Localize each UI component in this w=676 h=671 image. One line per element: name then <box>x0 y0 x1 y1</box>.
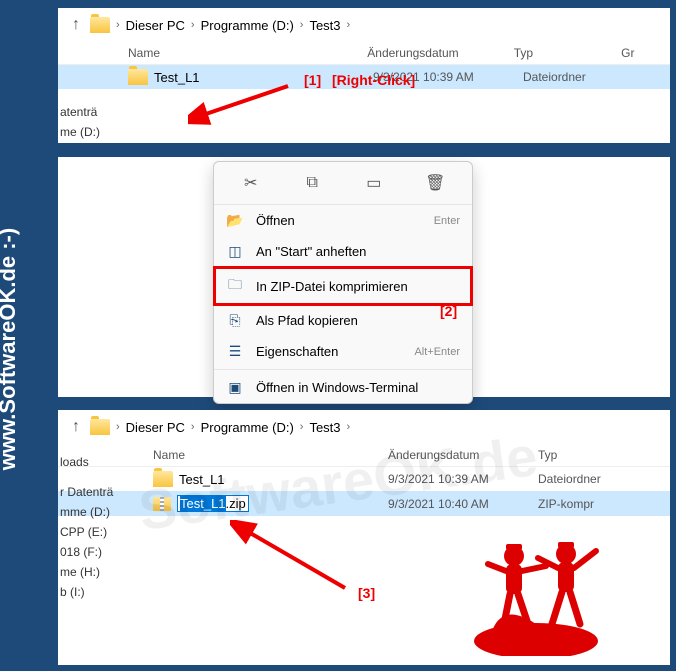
annotation-1-text: [Right-Click] <box>332 72 415 88</box>
tree-item[interactable]: 018 (F:) <box>58 542 130 562</box>
context-menu-open[interactable]: 📂 Öffnen Enter <box>214 205 472 236</box>
explorer-panel-2: ✂ ⧉ ▭ 🗑 📂 Öffnen Enter ◫ An "Start" anhe… <box>58 157 670 397</box>
rename-input[interactable]: Test_L1.zip <box>177 495 249 512</box>
col-type[interactable]: Typ <box>538 448 648 462</box>
file-row-renaming[interactable]: Test_L1.zip 9/3/2021 10:40 AM ZIP-kompr <box>58 491 670 516</box>
cm-shortcut: Alt+Enter <box>414 346 460 358</box>
chevron-right-icon: › <box>347 421 351 433</box>
col-date[interactable]: Änderungsdatum <box>388 448 538 462</box>
context-menu-zip[interactable]: 🗀 In ZIP-Datei komprimieren <box>214 267 472 305</box>
nav-tree[interactable]: loads r Datenträ mme (D:) CPP (E:) 018 (… <box>58 448 130 602</box>
columns-header: Name Änderungsdatum Typ Gr <box>58 42 670 65</box>
tree-item[interactable]: me (H:) <box>58 562 130 582</box>
col-name[interactable]: Name <box>153 448 388 462</box>
file-name: Test_L1 <box>179 472 225 487</box>
context-menu-top-actions: ✂ ⧉ ▭ 🗑 <box>214 162 472 205</box>
folder-icon <box>153 471 173 487</box>
nav-tree[interactable]: atenträ me (D:) <box>58 98 113 142</box>
cm-label: Öffnen in Windows-Terminal <box>256 380 460 395</box>
annotation-1-label: [1] <box>304 72 321 88</box>
context-menu-properties[interactable]: ☰ Eigenschaften Alt+Enter <box>214 336 472 367</box>
path-icon: ⎘ <box>226 312 244 329</box>
annotation-3-label: [3] <box>358 585 375 601</box>
chevron-right-icon: › <box>300 421 304 433</box>
breadcrumb[interactable]: ↑ › Dieser PC › Programme (D:) › Test3 › <box>58 8 670 42</box>
properties-icon: ☰ <box>226 343 244 360</box>
cm-label: Eigenschaften <box>256 344 402 359</box>
terminal-icon: ▣ <box>226 379 244 396</box>
context-menu-copy-path[interactable]: ⎘ Als Pfad kopieren <box>214 305 472 336</box>
cm-label: An "Start" anheften <box>256 244 460 259</box>
tree-item[interactable]: r Datenträ <box>58 482 130 502</box>
file-type: Dateiordner <box>538 472 648 486</box>
cm-label: In ZIP-Datei komprimieren <box>256 279 460 294</box>
crumb-pc[interactable]: Dieser PC <box>126 18 185 33</box>
folder-open-icon: 📂 <box>226 212 244 229</box>
context-menu: ✂ ⧉ ▭ 🗑 📂 Öffnen Enter ◫ An "Start" anhe… <box>213 161 473 404</box>
tree-item[interactable]: CPP (E:) <box>58 522 130 542</box>
tree-item[interactable]: me (D:) <box>58 122 113 142</box>
pin-icon: ◫ <box>226 243 244 260</box>
col-name[interactable]: Name <box>128 46 367 60</box>
folder-icon <box>128 69 148 85</box>
file-date: 9/3/2021 10:39 AM <box>388 472 538 486</box>
crumb-pc[interactable]: Dieser PC <box>126 420 185 435</box>
file-type: Dateiordner <box>523 70 633 84</box>
rename-icon[interactable]: ▭ <box>361 170 387 196</box>
tree-item[interactable]: mme (D:) <box>58 502 130 522</box>
sidebar-watermark-text: www.SoftwareOK.de :-) <box>0 227 21 469</box>
col-date[interactable]: Änderungsdatum <box>367 46 513 60</box>
zip-icon <box>153 497 171 511</box>
file-type: ZIP-kompr <box>538 497 648 511</box>
tree-item[interactable]: loads <box>58 452 130 472</box>
menu-divider <box>214 369 472 370</box>
annotation-arrow-3 <box>230 520 360 600</box>
up-arrow-icon[interactable]: ↑ <box>68 16 84 34</box>
cm-shortcut: Enter <box>434 215 460 227</box>
folder-icon <box>90 17 110 33</box>
chevron-right-icon: › <box>116 19 120 31</box>
context-menu-pin[interactable]: ◫ An "Start" anheften <box>214 236 472 267</box>
breadcrumb[interactable]: ↑ › Dieser PC › Programme (D:) › Test3 › <box>58 410 670 444</box>
file-date: 9/3/2021 10:40 AM <box>388 497 538 511</box>
explorer-panel-3: ↑ › Dieser PC › Programme (D:) › Test3 ›… <box>58 410 670 665</box>
zip-icon: 🗀 <box>226 274 244 298</box>
cm-label: Öffnen <box>256 213 422 228</box>
tree-item[interactable]: atenträ <box>58 102 113 122</box>
up-arrow-icon[interactable]: ↑ <box>68 418 84 436</box>
tree-item[interactable]: b (I:) <box>58 582 130 602</box>
context-menu-terminal[interactable]: ▣ Öffnen in Windows-Terminal <box>214 372 472 403</box>
col-size[interactable]: Gr <box>621 46 670 60</box>
crumb-folder[interactable]: Test3 <box>309 420 340 435</box>
col-type[interactable]: Typ <box>514 46 621 60</box>
chevron-right-icon: › <box>116 421 120 433</box>
columns-header: Name Änderungsdatum Typ <box>58 444 670 467</box>
chevron-right-icon: › <box>300 19 304 31</box>
annotation-2-label: [2] <box>440 303 457 319</box>
crumb-drive[interactable]: Programme (D:) <box>201 18 294 33</box>
chevron-right-icon: › <box>191 19 195 31</box>
chevron-right-icon: › <box>347 19 351 31</box>
crumb-folder[interactable]: Test3 <box>309 18 340 33</box>
cm-label: Als Pfad kopieren <box>256 313 460 328</box>
annotation-arrow-1 <box>188 78 298 128</box>
chevron-right-icon: › <box>191 421 195 433</box>
cut-icon[interactable]: ✂ <box>238 170 264 196</box>
copy-icon[interactable]: ⧉ <box>299 170 325 196</box>
delete-icon[interactable]: 🗑 <box>422 170 448 196</box>
crumb-drive[interactable]: Programme (D:) <box>201 420 294 435</box>
file-row[interactable]: Test_L1 9/3/2021 10:39 AM Dateiordner <box>58 467 670 491</box>
folder-icon <box>90 419 110 435</box>
